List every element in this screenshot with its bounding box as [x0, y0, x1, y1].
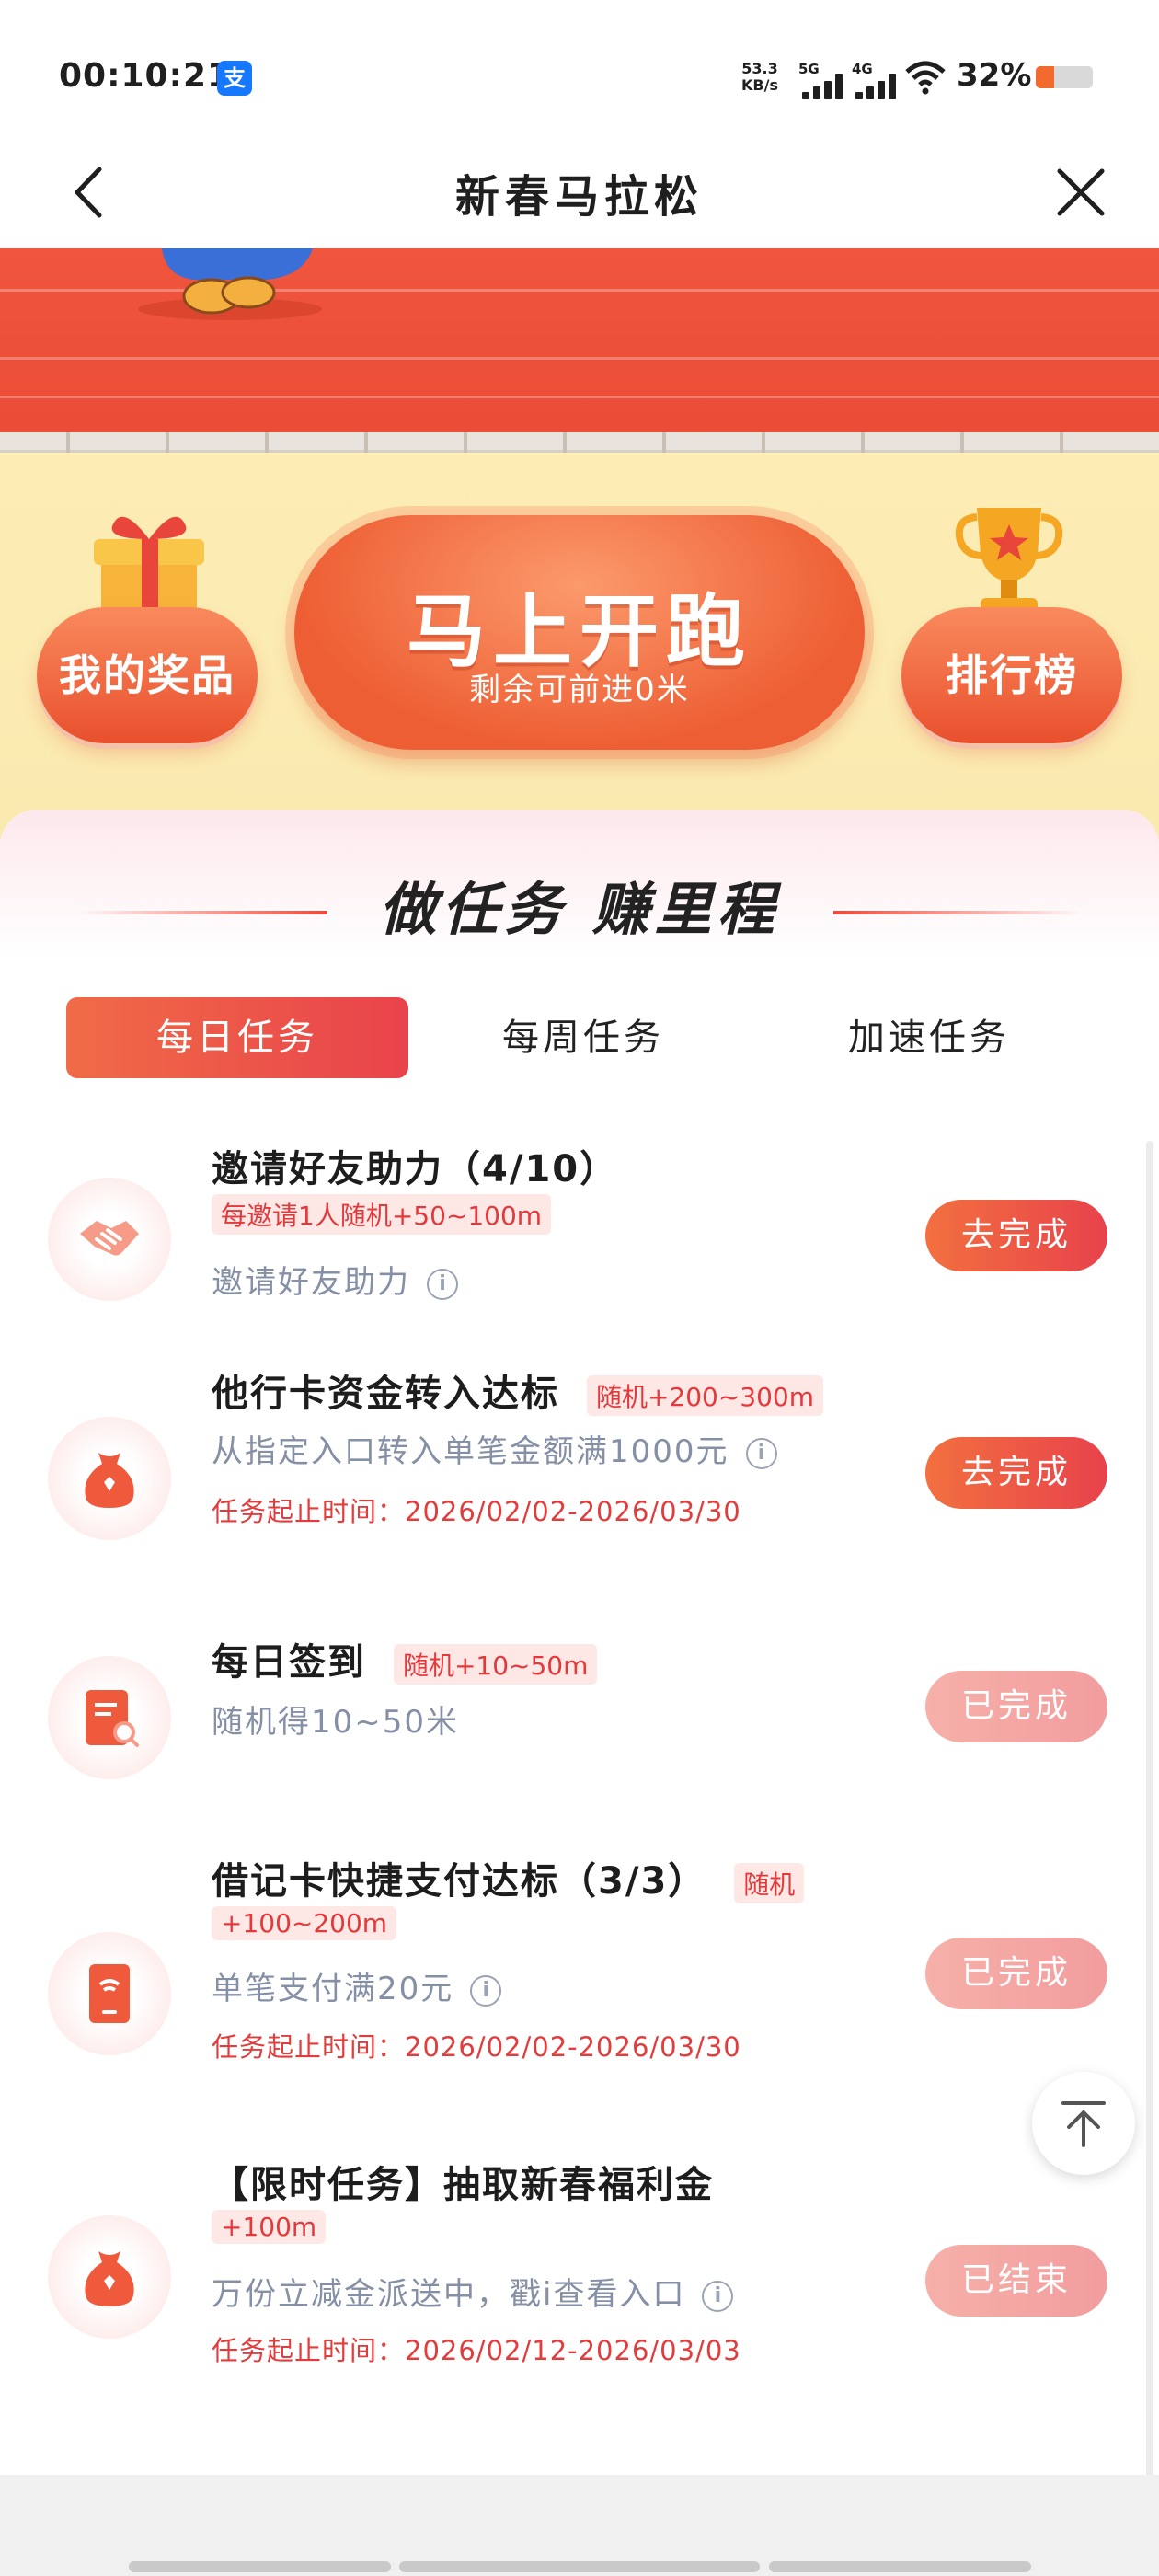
nav-header: 新春马拉松: [0, 138, 1159, 248]
status-bar: 00:10:21 支 53.3 KB/s 5G 4G 32%: [0, 0, 1159, 138]
task-reward-tag: +100~200m: [212, 1906, 397, 1940]
task-title: 借记卡快捷支付达标（3/3）: [212, 1860, 707, 1903]
page-title: 新春马拉松: [454, 171, 704, 223]
task-action-button[interactable]: 已结束: [925, 2245, 1107, 2317]
bottom-indicator: [769, 2561, 1031, 2572]
arrow-up-to-top-icon: [1061, 2101, 1106, 2147]
task-icon-container: [48, 1656, 171, 1779]
tab-speedup-tasks[interactable]: 加速任务: [758, 997, 1100, 1078]
bottom-bar: [0, 2475, 1159, 2576]
task-icon-container: [48, 1417, 171, 1540]
task-item-limited-time: 【限时任务】抽取新春福利金 +100m 万份立减金派送中，戳i查看入口 i 任务起…: [0, 2155, 1141, 2412]
wifi-icon: [905, 61, 946, 95]
task-reward-tag: +100m: [212, 2210, 327, 2244]
task-time-range: 任务起止时间：2026/02/02-2026/03/30: [212, 1496, 741, 1527]
handshake-icon: [80, 1221, 139, 1256]
task-description: 从指定入口转入单笔金额满1000元: [212, 1433, 729, 1470]
card-payment-icon: [89, 1964, 130, 2023]
battery-level: [1036, 66, 1054, 88]
task-title: 邀请好友助力（4/10）: [212, 1148, 619, 1190]
task-reward-line: 每邀请1人随机+50~100m: [212, 1194, 552, 1235]
task-item-daily-checkin: 每日签到 随机+10~50m 随机得10~50米 已完成: [0, 1628, 1141, 1812]
task-reward-tag: 随机+10~50m: [393, 1644, 598, 1685]
task-description-line: 从指定入口转入单笔金额满1000元 i: [212, 1426, 777, 1471]
task-title: 【限时任务】抽取新春福利金: [212, 2164, 714, 2206]
start-running-button[interactable]: 马上开跑 剩余可前进0米: [294, 515, 865, 750]
task-title-line: 他行卡资金转入达标 随机+200~300m: [212, 1363, 824, 1417]
running-track: [0, 248, 1159, 446]
track-lane-line: [0, 396, 1159, 398]
tab-daily-tasks[interactable]: 每日任务: [66, 997, 408, 1078]
task-title-line: 借记卡快捷支付达标（3/3） 随机: [212, 1851, 805, 1904]
task-item-debit-card-payment: 借记卡快捷支付达标（3/3） 随机 +100~200m 单笔支付满20元 i 任务…: [0, 1849, 1141, 2125]
task-description: 单笔支付满20元: [212, 1971, 454, 2007]
task-title-line: 每日签到 随机+10~50m: [212, 1632, 598, 1685]
task-item-transfer-in: 他行卡资金转入达标 随机+200~300m 从指定入口转入单笔金额满1000元 i…: [0, 1362, 1141, 1592]
scroll-to-top-button[interactable]: [1032, 2072, 1135, 2175]
alipay-icon: 支: [217, 61, 252, 96]
signal-bars-icon: [855, 74, 898, 99]
money-bag-icon: [85, 1453, 134, 1508]
task-icon-container: [48, 1932, 171, 2055]
info-icon[interactable]: i: [745, 1437, 777, 1469]
task-reward-tag: 随机+200~300m: [586, 1375, 824, 1416]
task-icon-container: [48, 1178, 171, 1301]
tasks-panel-title: 做任务 赚里程: [379, 876, 780, 943]
task-tabs: 每日任务 每周任务 加速任务: [66, 997, 1096, 1080]
task-description: 随机得10~50米: [212, 1704, 460, 1741]
task-description: 邀请好友助力: [212, 1264, 410, 1301]
task-icon-container: [48, 2215, 171, 2339]
network-speed-unit: KB/s: [741, 76, 778, 94]
signal-bars-icon: [802, 74, 844, 99]
battery-percent: 32%: [957, 57, 1032, 94]
bottom-indicator: [129, 2561, 391, 2572]
task-action-button[interactable]: 已完成: [925, 1938, 1107, 2009]
battery-icon: [1036, 66, 1093, 88]
bottom-indicator: [399, 2561, 760, 2572]
task-time-range: 任务起止时间：2026/02/02-2026/03/30: [212, 2031, 741, 2063]
status-time: 00:10:21: [59, 57, 232, 95]
info-icon[interactable]: i: [470, 1974, 502, 2007]
money-bag-icon: [85, 2251, 134, 2306]
task-action-button[interactable]: 去完成: [925, 1200, 1107, 1271]
leaderboard-button[interactable]: 排行榜: [901, 607, 1122, 743]
task-title: 每日签到: [212, 1641, 366, 1684]
tab-weekly-tasks[interactable]: 每周任务: [412, 997, 754, 1078]
checkin-card-icon: [86, 1690, 139, 1747]
info-icon[interactable]: i: [702, 2280, 734, 2312]
task-title: 他行卡资金转入达标: [212, 1373, 559, 1415]
task-description-line: 邀请好友助力 i: [212, 1257, 458, 1302]
tasks-panel: 做任务 赚里程 每日任务 每周任务 加速任务 邀请好友助力（4/10） 每邀请1…: [0, 810, 1159, 2475]
task-time-range: 任务起止时间：2026/02/12-2026/03/03: [212, 2335, 741, 2366]
task-reward-line: +100~200m: [212, 1906, 397, 1940]
mascot-feet-illustration: [138, 248, 322, 320]
task-description: 万份立减金派送中，戳i查看入口: [212, 2276, 686, 2313]
task-description-line: 万份立减金派送中，戳i查看入口 i: [212, 2269, 734, 2314]
scrollbar[interactable]: [1146, 1141, 1153, 2484]
info-icon[interactable]: i: [427, 1268, 458, 1300]
my-prizes-button[interactable]: 我的奖品: [37, 607, 258, 743]
remaining-distance: 剩余可前进0米: [469, 672, 690, 708]
task-action-button[interactable]: 已完成: [925, 1671, 1107, 1742]
task-description-line: 单笔支付满20元 i: [212, 1963, 502, 2008]
task-reward-tag: 每邀请1人随机+50~100m: [212, 1194, 552, 1235]
tasks-panel-header: 做任务 赚里程: [0, 810, 1159, 957]
close-icon[interactable]: [1049, 160, 1113, 224]
title-decoration-line: [833, 911, 1082, 914]
network-speed-value: 53.3: [741, 60, 778, 77]
task-action-button[interactable]: 去完成: [925, 1437, 1107, 1509]
task-reward-line: +100m: [212, 2210, 327, 2244]
network-speed: 53.3 KB/s: [741, 61, 778, 94]
track-curb: [0, 432, 1159, 453]
task-item-invite-friends: 邀请好友助力（4/10） 每邀请1人随机+50~100m 邀请好友助力 i 去完成: [0, 1122, 1141, 1343]
track-lane-line: [0, 357, 1159, 360]
task-reward-tag: 随机: [734, 1863, 805, 1903]
